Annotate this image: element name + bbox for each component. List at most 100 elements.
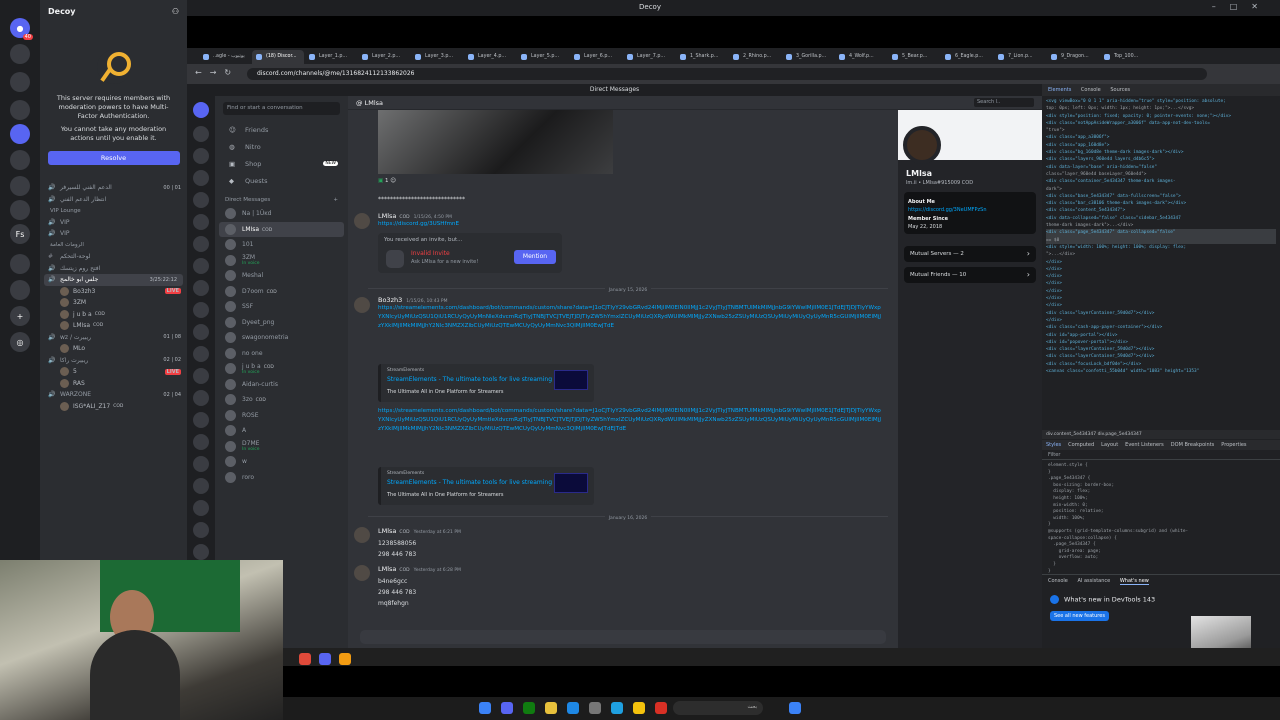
nav-quests[interactable]: ◆ Quests <box>215 172 348 189</box>
dom-node-line[interactable]: <canvas class="confetti_55b04d" width="1… <box>1046 368 1276 375</box>
url-input[interactable]: discord.com/channels/@me/131682411213386… <box>247 68 1207 80</box>
browser-tab[interactable]: 5_Bear.p... <box>888 50 940 64</box>
chrome-icon[interactable] <box>545 702 557 714</box>
dom-node-line[interactable]: <div class="bar_c38106 theme-dark images… <box>1046 200 1276 207</box>
server-icon[interactable] <box>10 44 30 64</box>
dom-node-line[interactable]: <div class="layerContainer_59d0d7"></div… <box>1046 346 1276 353</box>
tab-console[interactable]: Console <box>1081 87 1101 93</box>
add-dm-icon[interactable]: + <box>333 197 338 203</box>
message-link[interactable]: https://streamelements.com/dashboard/bot… <box>378 407 883 435</box>
channel-item[interactable]: 🔊 جلس ابو خالمج 3/25:22:12 <box>44 274 183 286</box>
server-icon[interactable] <box>10 124 30 144</box>
embed-thumbnail[interactable] <box>554 370 588 390</box>
server-header[interactable]: Decoy ⚇ <box>40 0 187 22</box>
styles-tab[interactable]: Computed <box>1068 442 1094 448</box>
message-input[interactable] <box>360 630 886 644</box>
dm-item[interactable]: A <box>215 423 348 439</box>
server-icon[interactable] <box>10 150 30 170</box>
dom-node-line[interactable]: <div id="popover-portal"></div> <box>1046 339 1276 346</box>
dm-item[interactable]: Aidan-curtis <box>215 377 348 393</box>
dom-node-line[interactable]: dark"> <box>1046 186 1276 193</box>
author[interactable]: LMاsa <box>378 565 396 573</box>
styles-tab[interactable]: Layout <box>1101 442 1118 448</box>
server-icon[interactable]: Fs <box>10 224 30 244</box>
server-icon[interactable] <box>193 148 209 164</box>
voice-user[interactable]: RAS <box>40 378 187 390</box>
channel-item[interactable]: 🔊 الدعم الفني للسيرفر 00 | 01 <box>40 182 187 194</box>
server-icon[interactable]: ● 40 <box>10 18 33 40</box>
embed-thumbnail[interactable] <box>554 473 588 493</box>
server-icon[interactable] <box>10 200 30 220</box>
explorer-icon[interactable] <box>633 702 645 714</box>
server-icon[interactable] <box>193 346 209 362</box>
dom-node-line[interactable]: </div> <box>1046 288 1276 295</box>
avatar[interactable] <box>354 297 370 313</box>
dom-node-line[interactable]: </div> <box>1046 259 1276 266</box>
dom-node-line[interactable]: <div class="bg_160d8e theme-dark images-… <box>1046 149 1276 156</box>
dom-node-line[interactable]: <div class="focusLock_bdf0de"></div> <box>1046 361 1276 368</box>
app-icon[interactable] <box>589 702 601 714</box>
dom-node-line[interactable]: theme-dark images-dark">...</div> <box>1046 222 1276 229</box>
voice-user[interactable]: 5 LIVE <box>40 366 187 378</box>
dom-node-line[interactable]: </div> <box>1046 295 1276 302</box>
voice-user[interactable]: LMاsa COD <box>40 320 187 332</box>
drawer-tab-console[interactable]: Console <box>1048 578 1068 584</box>
dom-node-line[interactable]: <div class="page_5e434347" data-collapse… <box>1046 229 1276 237</box>
see-all-button[interactable]: See all new features <box>1050 611 1109 621</box>
dom-node-line[interactable]: <div class="layers_960e4d layers_d4b6c5"… <box>1046 156 1276 163</box>
nav-friends[interactable]: ☺ Friends <box>215 121 348 138</box>
add-member-icon[interactable]: ⚇ <box>172 7 179 16</box>
server-icon[interactable] <box>193 192 209 208</box>
server-icon[interactable] <box>193 390 209 406</box>
voice-user[interactable]: j u b a COD <box>40 309 187 321</box>
server-icon[interactable] <box>10 280 30 300</box>
find-conversation-input[interactable]: Find or start a conversation <box>223 102 340 115</box>
server-icon[interactable] <box>193 302 209 318</box>
dm-item[interactable]: w <box>215 454 348 470</box>
browser-tab[interactable]: (18) Discor... <box>252 50 304 64</box>
dm-item[interactable]: 3ZM In voice <box>215 253 348 269</box>
dm-item[interactable]: Meshal <box>215 268 348 284</box>
dom-node-line[interactable]: </div> <box>1046 266 1276 273</box>
store-icon[interactable] <box>567 702 579 714</box>
dom-node-line[interactable]: </div> <box>1046 273 1276 280</box>
channel-category[interactable]: الرومات العامة <box>40 240 187 252</box>
server-icon[interactable] <box>193 170 209 186</box>
app-icon[interactable] <box>299 653 311 665</box>
xbox-icon[interactable] <box>523 702 535 714</box>
server-icon[interactable] <box>193 236 209 252</box>
browser-tab[interactable]: Layer_4.p... <box>464 50 516 64</box>
browser-tab[interactable]: Layer_6.p... <box>570 50 622 64</box>
nav-buttons[interactable]: ←→↻ <box>195 68 239 77</box>
dm-item[interactable]: ROSE <box>215 408 348 424</box>
styles-filter[interactable]: Filter <box>1042 450 1280 460</box>
dm-item[interactable]: LMاsa COD <box>219 221 344 237</box>
styles-tab[interactable]: Properties <box>1221 442 1246 448</box>
server-icon[interactable] <box>10 176 30 196</box>
discord-icon[interactable] <box>319 653 331 665</box>
browser-tab[interactable]: Layer_3.p... <box>411 50 463 64</box>
dom-node-line[interactable]: <div class="content_5e434347"> <box>1046 207 1276 214</box>
app-icon[interactable] <box>339 653 351 665</box>
dom-node-line[interactable]: <div data-collapsed="false" class="sideb… <box>1046 215 1276 222</box>
tab-sources[interactable]: Sources <box>1110 87 1130 93</box>
attached-image[interactable] <box>378 110 613 174</box>
window-controls[interactable]: –□✕ <box>1212 2 1272 11</box>
channel-category[interactable]: VIP Lounge <box>40 205 187 217</box>
dom-node-line[interactable]: <div data-layer="base" aria-hidden="fals… <box>1046 164 1276 171</box>
drawer-tab-whatsnew[interactable]: What's new <box>1119 578 1149 585</box>
channel-item[interactable]: 🔊 افتح روم زيتسك <box>40 263 187 275</box>
browser-tab[interactable]: Top_100... <box>1100 50 1152 64</box>
server-icon[interactable] <box>193 258 209 274</box>
dm-home-icon[interactable] <box>193 102 209 118</box>
browser-tab[interactable]: 3_Gorilla.p... <box>782 50 834 64</box>
styles-tab[interactable]: Styles <box>1046 442 1061 448</box>
server-icon[interactable] <box>193 412 209 428</box>
dom-breadcrumb[interactable]: div.content_5e434347 div.page_5e434347 <box>1042 430 1280 439</box>
browser-tab[interactable]: Layer_7.p... <box>623 50 675 64</box>
dm-item[interactable]: no one <box>215 346 348 362</box>
browser-tab[interactable]: 4_Wolf.p... <box>835 50 887 64</box>
dm-item[interactable]: Na | 1Üĸd <box>215 206 348 222</box>
browser-tab[interactable]: Layer_1.p... <box>305 50 357 64</box>
drawer-tab-ai[interactable]: AI assistance <box>1077 578 1110 584</box>
